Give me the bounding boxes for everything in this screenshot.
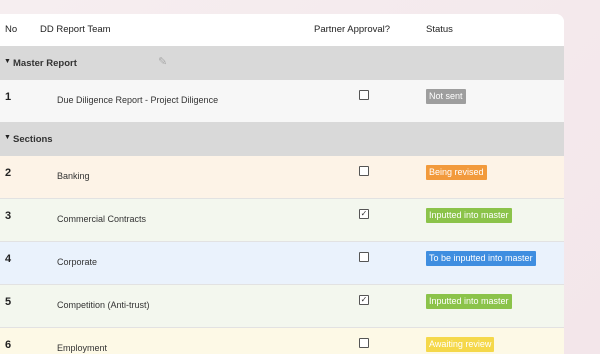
row-report-name[interactable]: Commercial Contracts [57,214,146,224]
row-report-name[interactable]: Employment [57,343,107,353]
partner-approval-checkbox[interactable]: ✓ [359,295,369,305]
status-badge[interactable]: Awaiting review [426,337,495,352]
table-row[interactable]: 3 Commercial Contracts ✓ Inputted into mast… [0,199,564,242]
status-badge[interactable]: Inputted into master [426,208,512,223]
row-number: 1 [5,91,12,103]
row-number: 4 [5,253,12,265]
row-number: 6 [5,339,12,351]
group-title: Sections [13,134,53,145]
row-report-name[interactable]: Competition (Anti-trust) [57,300,150,310]
group-title: Master Report [13,58,77,69]
status-badge[interactable]: To be inputted into master [426,251,536,266]
dd-report-table: No DD Report Team Partner Approval? Stat… [0,14,564,354]
status-badge[interactable]: Being revised [426,165,487,180]
header-team: DD Report Team [40,24,111,35]
row-report-name[interactable]: Corporate [57,257,97,267]
table-row[interactable]: 4 Corporate To be inputted into master [0,242,564,285]
row-number: 3 [5,210,12,222]
caret-down-icon[interactable]: ▼ [4,134,11,141]
caret-down-icon[interactable]: ▼ [4,58,11,65]
table-row[interactable]: 2 Banking Being revised [0,156,564,199]
row-report-name[interactable]: Due Diligence Report - Project Diligence [57,95,218,105]
partner-approval-checkbox[interactable] [359,338,369,348]
status-badge[interactable]: Not sent [426,89,466,104]
row-report-name[interactable]: Banking [57,171,90,181]
partner-approval-checkbox[interactable] [359,252,369,262]
table-row[interactable]: 5 Competition (Anti-trust) ✓ Inputted into … [0,285,564,328]
pencil-icon[interactable]: ✎ [158,55,167,68]
header-partner-approval: Partner Approval? [314,24,391,35]
partner-approval-checkbox[interactable]: ✓ [359,209,369,219]
row-number: 2 [5,167,12,179]
row-number: 5 [5,296,12,308]
table-header: No DD Report Team Partner Approval? Stat… [0,14,564,46]
partner-approval-checkbox[interactable] [359,90,369,100]
table-row[interactable]: 6 Employment Awaiting review [0,328,564,354]
header-no: No [5,24,18,35]
status-badge[interactable]: Inputted into master [426,294,512,309]
group-master-report[interactable]: ▼ Master Report ✎ [0,46,564,80]
header-status: Status [426,24,453,35]
group-sections[interactable]: ▼ Sections [0,122,564,156]
partner-approval-checkbox[interactable] [359,166,369,176]
table-row[interactable]: 1 Due Diligence Report - Project Diligenc… [0,80,564,123]
